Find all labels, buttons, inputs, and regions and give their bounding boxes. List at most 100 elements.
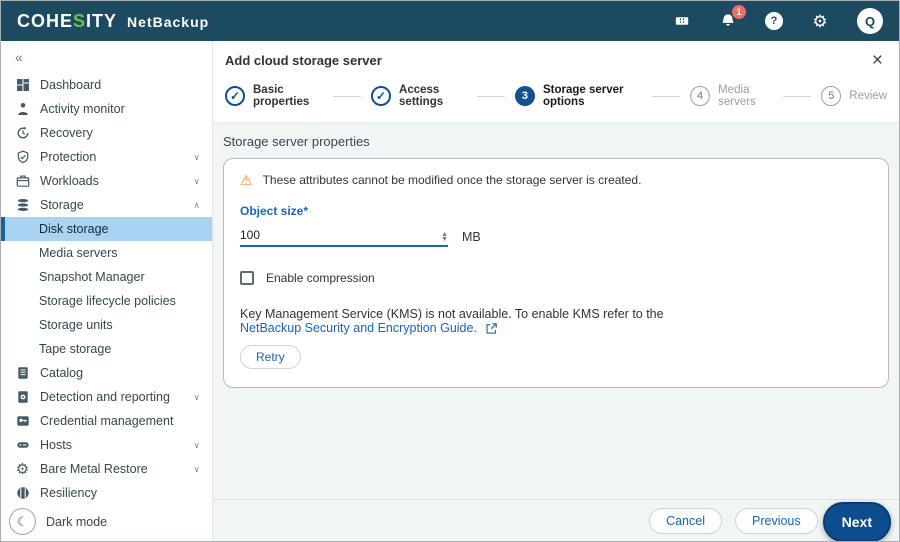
- logo-accent-s: S: [73, 10, 87, 31]
- notifications-bell-icon[interactable]: 1: [719, 5, 746, 30]
- sidebar-item-label: Disk storage: [39, 222, 109, 236]
- activity-monitor-icon: [15, 102, 30, 117]
- sidebar-item-label: Storage units: [39, 318, 113, 332]
- sidebar-item-snapshot-manager[interactable]: Snapshot Manager: [1, 265, 212, 289]
- shield-check-icon: [15, 150, 30, 165]
- sidebar-item-media-servers[interactable]: Media servers: [1, 241, 212, 265]
- dark-mode-label: Dark mode: [46, 514, 108, 529]
- chevron-down-icon: ∨: [193, 175, 200, 186]
- external-link-icon[interactable]: [485, 322, 498, 335]
- step-number: 5: [821, 86, 842, 106]
- wizard-body: Storage server properties ⚠ These attrib…: [213, 123, 899, 499]
- help-icon[interactable]: ?: [765, 12, 783, 30]
- sidebar-item-storage-units[interactable]: Storage units: [1, 313, 212, 337]
- sidebar-item-label: Dashboard: [40, 78, 102, 92]
- sidebar-item-dashboard[interactable]: Dashboard: [1, 73, 212, 97]
- settings-gear-icon[interactable]: ⚙: [811, 12, 829, 30]
- sidebar-item-label: Tape storage: [39, 342, 112, 356]
- app-window: COHESITY NetBackup 1 ? ⚙ Q « Dashboard: [0, 0, 900, 542]
- step-access-settings[interactable]: ✓ Access settings: [371, 84, 467, 108]
- sidebar-item-label: Storage lifecycle policies: [39, 294, 176, 308]
- sidebar-item-label: Media servers: [39, 246, 118, 260]
- wizard-stepper: ✓ Basic properties ✓ Access settings 3 S…: [223, 74, 889, 122]
- sidebar-item-hosts[interactable]: Hosts ∨: [1, 433, 212, 457]
- sidebar-item-label: Bare Metal Restore: [40, 462, 148, 476]
- briefcase-icon: [15, 174, 30, 189]
- storage-properties-card: ⚠ These attributes cannot be modified on…: [223, 158, 889, 388]
- step-label: Access settings: [399, 84, 444, 108]
- object-size-input[interactable]: [240, 226, 448, 245]
- detection-doc-icon: [15, 390, 30, 405]
- product-name: NetBackup: [127, 13, 210, 30]
- sidebar-item-detection-and-reporting[interactable]: Detection and reporting ∨: [1, 385, 212, 409]
- step-connector: [651, 95, 681, 97]
- sidebar-item-label: Detection and reporting: [40, 390, 170, 404]
- number-stepper[interactable]: ▲ ▼: [441, 231, 448, 243]
- dark-mode-toggle[interactable]: ☾ Dark mode: [9, 508, 107, 535]
- sidebar-item-tape-storage[interactable]: Tape storage: [1, 337, 212, 361]
- stepper-down-icon[interactable]: ▼: [441, 236, 448, 243]
- sidebar-collapse-button[interactable]: «: [15, 49, 23, 65]
- main-panel: Add cloud storage server × ✓ Basic prope…: [213, 41, 899, 541]
- sidebar-item-resiliency[interactable]: Resiliency: [1, 481, 212, 505]
- chevron-down-icon: ∨: [193, 439, 200, 450]
- sidebar-item-label: Hosts: [40, 438, 72, 452]
- sidebar-item-bare-metal-restore[interactable]: ⚙ Bare Metal Restore ∨: [1, 457, 212, 481]
- step-label: Review: [849, 90, 888, 102]
- storage-stack-icon: [15, 198, 30, 213]
- step-basic-properties[interactable]: ✓ Basic properties: [225, 84, 323, 108]
- step-storage-server-options[interactable]: 3 Storage server options: [514, 84, 642, 108]
- step-check-icon: ✓: [225, 86, 245, 106]
- step-number: 3: [514, 86, 535, 106]
- sidebar-item-protection[interactable]: Protection ∨: [1, 145, 212, 169]
- logo-text-post: ITY: [86, 10, 118, 31]
- sidebar-item-catalog[interactable]: Catalog: [1, 361, 212, 385]
- sidebar-item-credential-management[interactable]: Credential management: [1, 409, 212, 433]
- sidebar-item-disk-storage[interactable]: Disk storage: [1, 217, 212, 241]
- next-button[interactable]: Next: [822, 501, 891, 541]
- license-ticket-icon[interactable]: [673, 12, 691, 30]
- step-number: 4: [690, 86, 711, 106]
- cancel-button[interactable]: Cancel: [649, 507, 722, 534]
- hosts-server-icon: [15, 438, 30, 453]
- notification-badge: 1: [732, 5, 746, 19]
- chevron-down-icon: ∨: [193, 463, 200, 474]
- sidebar-item-label: Protection: [40, 150, 97, 164]
- resiliency-icon: [15, 486, 30, 501]
- user-avatar[interactable]: Q: [857, 8, 883, 34]
- cohesity-logo: COHE S ITY NetBackup: [17, 11, 209, 32]
- sidebar-item-label: Workloads: [40, 174, 99, 188]
- kms-status-text: Key Management Service (KMS) is not avai…: [240, 307, 664, 321]
- gear-icon: ⚙: [15, 460, 30, 478]
- enable-compression-checkbox[interactable]: [240, 271, 254, 285]
- close-icon[interactable]: ×: [868, 51, 887, 70]
- chevron-up-icon: ∧: [193, 199, 200, 210]
- warning-text: These attributes cannot be modified once…: [262, 173, 642, 187]
- step-connector: [476, 95, 505, 97]
- step-review[interactable]: 5 Review: [821, 86, 887, 106]
- previous-button[interactable]: Previous: [735, 507, 818, 534]
- retry-button[interactable]: Retry: [240, 345, 301, 369]
- step-media-servers[interactable]: 4 Media servers: [690, 84, 773, 108]
- sidebar-item-label: Activity monitor: [40, 102, 125, 116]
- dashboard-icon: [15, 78, 30, 93]
- moon-icon: ☾: [9, 508, 36, 535]
- chevron-down-icon: ∨: [193, 391, 200, 402]
- sidebar-item-storage[interactable]: Storage ∧: [1, 193, 212, 217]
- step-label: Media servers: [718, 84, 756, 108]
- sidebar-nav: « Dashboard Activity monitor Recovery Pr…: [1, 41, 213, 541]
- sidebar-item-activity-monitor[interactable]: Activity monitor: [1, 97, 212, 121]
- kms-guide-link[interactable]: NetBackup Security and Encryption Guide.: [240, 321, 477, 335]
- wizard-header: Add cloud storage server × ✓ Basic prope…: [213, 41, 899, 123]
- sidebar-item-label: Storage: [40, 198, 84, 212]
- sidebar-item-recovery[interactable]: Recovery: [1, 121, 212, 145]
- wizard-footer: Cancel Previous Next: [213, 499, 899, 541]
- sidebar-item-label: Resiliency: [40, 486, 97, 500]
- sidebar-item-storage-lifecycle-policies[interactable]: Storage lifecycle policies: [1, 289, 212, 313]
- sidebar-item-workloads[interactable]: Workloads ∨: [1, 169, 212, 193]
- step-connector: [332, 95, 362, 97]
- page-title: Add cloud storage server: [225, 53, 382, 68]
- topbar-icon-group: 1 ? ⚙ Q: [673, 5, 883, 34]
- chevron-down-icon: ∨: [193, 151, 200, 162]
- recovery-history-icon: [15, 126, 30, 141]
